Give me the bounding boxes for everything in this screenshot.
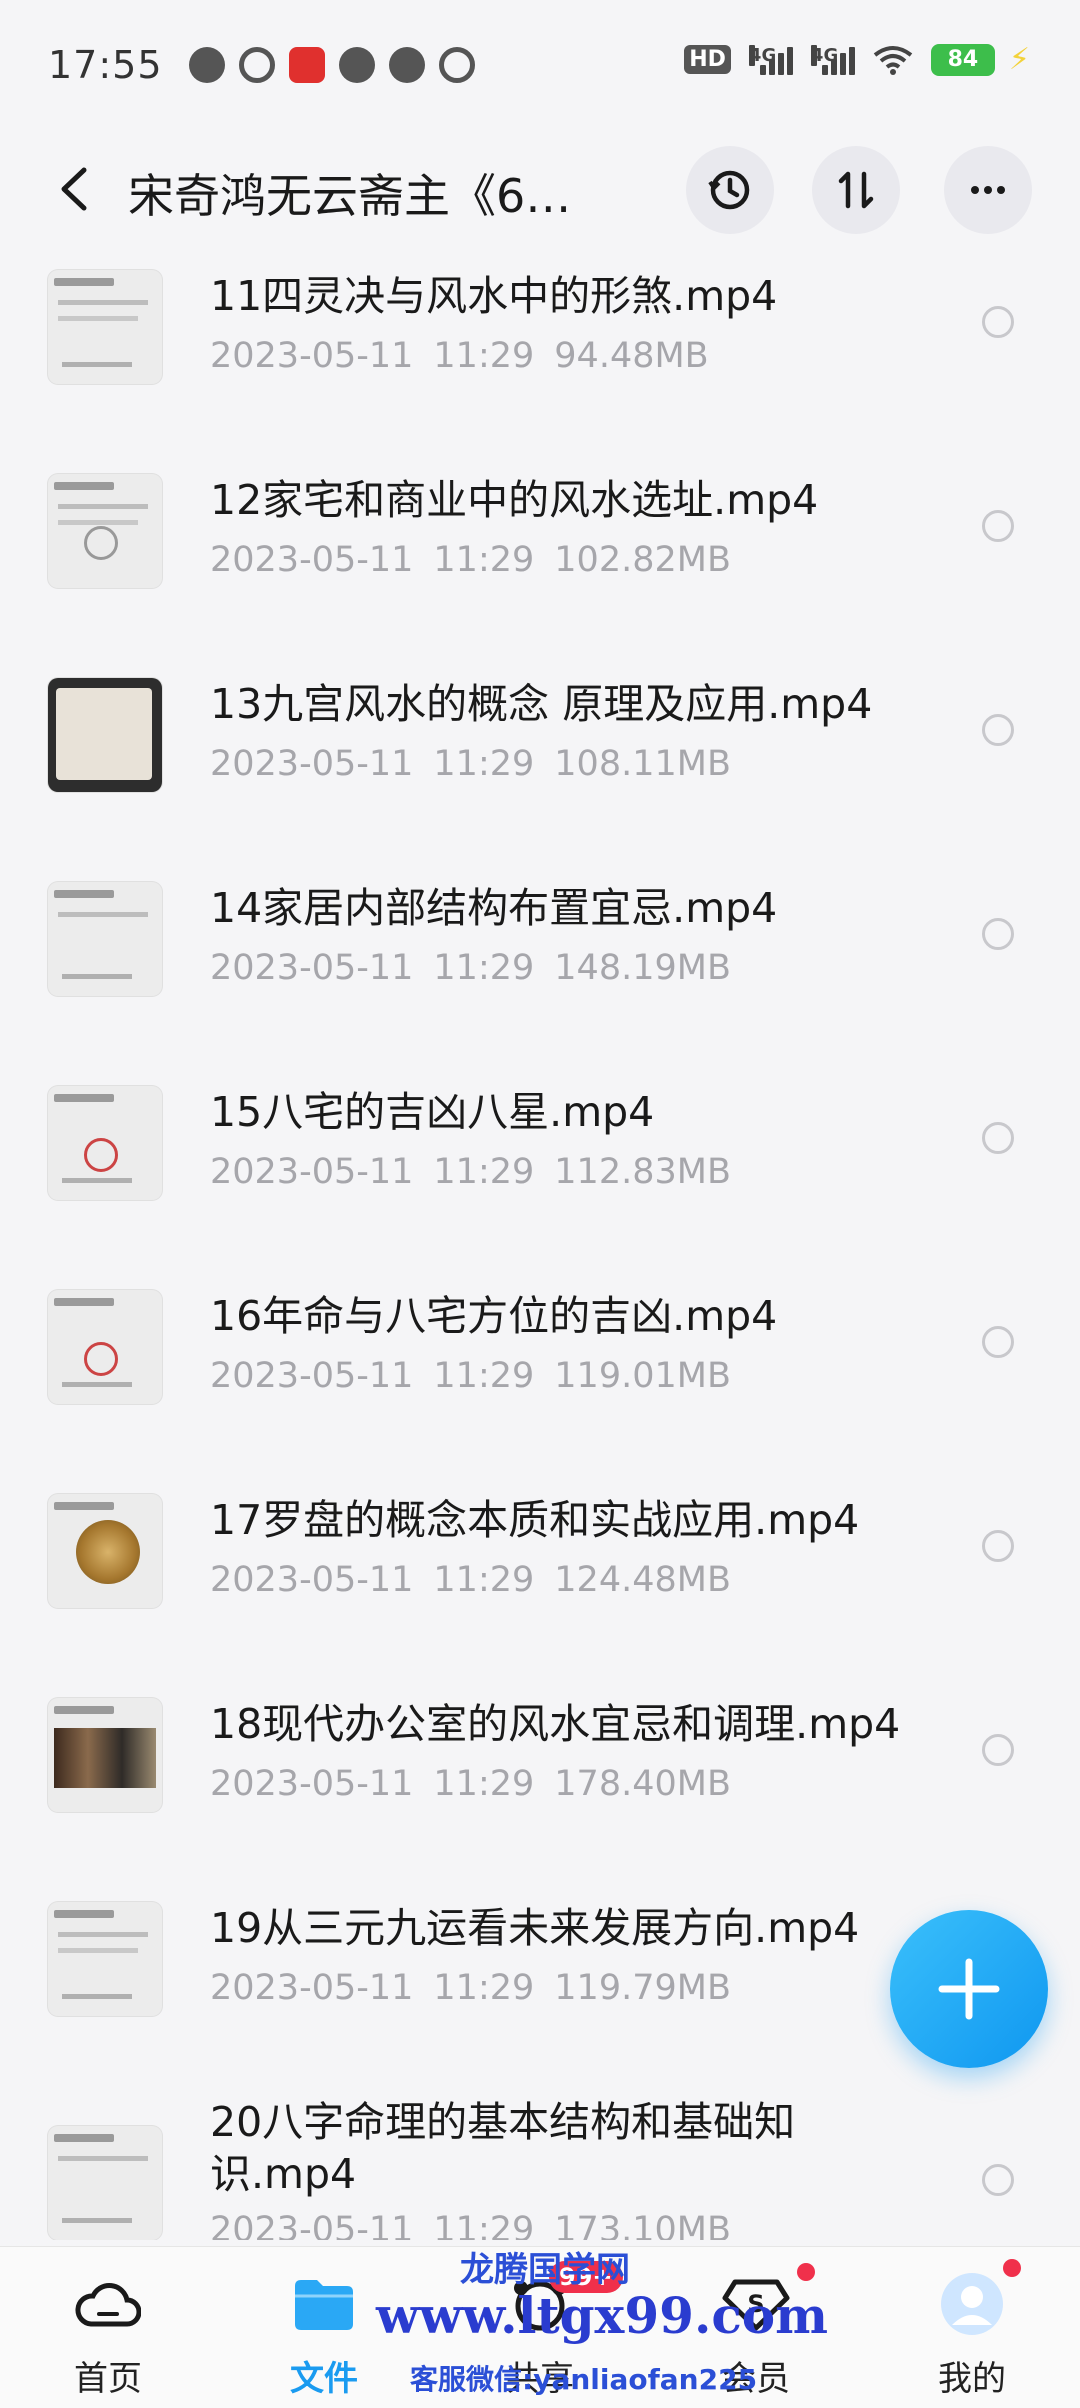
bottom-nav: 首页 文件 99+ 共享 S 会员 我的 — [0, 2246, 1080, 2408]
select-radio[interactable] — [982, 1734, 1014, 1766]
video-thumbnail — [48, 270, 162, 384]
file-row[interactable]: 16年命与八宅方位的吉凶.mp4 2023-05-11 11:29 119.01MB — [0, 1270, 1080, 1474]
add-button[interactable] — [890, 1910, 1048, 2068]
file-meta: 2023-05-11 11:29 119.01MB — [210, 1356, 731, 1396]
app-red-icon — [288, 47, 325, 83]
file-name: 11四灵决与风水中的形煞.mp4 — [210, 272, 778, 320]
wifi-icon — [873, 45, 913, 75]
file-meta: 2023-05-11 11:29 108.11MB — [210, 744, 731, 784]
video-thumbnail — [48, 1902, 162, 2016]
file-row[interactable]: 20八字命理的基本结构和基础知 识.mp4 2023-05-11 11:29 173… — [0, 2086, 1080, 2240]
file-row[interactable]: 12家宅和商业中的风水选址.mp4 2023-05-11 11:29 102.82M… — [0, 454, 1080, 658]
file-name: 16年命与八宅方位的吉凶.mp4 — [210, 1292, 778, 1340]
video-thumbnail — [48, 1698, 162, 1812]
page-title: 宋奇鸿无云斋主《6… — [128, 169, 572, 223]
file-meta: 2023-05-11 11:29 94.48MB — [210, 336, 709, 376]
status-bar: 17:55 HD 4G 4G 84 ⚡ — [0, 0, 1080, 130]
plus-icon — [938, 1958, 1000, 2020]
video-thumbnail — [48, 882, 162, 996]
file-row[interactable]: 17罗盘的概念本质和实战应用.mp4 2023-05-11 11:29 124.48… — [0, 1474, 1080, 1678]
file-row[interactable]: 13九宫风水的概念 原理及应用.mp4 2023-05-11 11:29 108.1… — [0, 658, 1080, 862]
file-meta: 2023-05-11 11:29 112.83MB — [210, 1152, 731, 1192]
mine-red-dot — [1003, 2259, 1021, 2277]
select-radio[interactable] — [982, 2164, 1014, 2196]
file-name: 12家宅和商业中的风水选址.mp4 — [210, 476, 819, 524]
select-radio[interactable] — [982, 306, 1014, 338]
nav-mine[interactable]: 我的 — [872, 2247, 1072, 2408]
select-radio[interactable] — [982, 1530, 1014, 1562]
file-row[interactable]: 15八宅的吉凶八星.mp4 2023-05-11 11:29 112.83MB — [0, 1066, 1080, 1270]
file-meta: 2023-05-11 11:29 148.19MB — [210, 948, 731, 988]
video-thumbnail — [48, 1086, 162, 1200]
file-meta: 2023-05-11 11:29 178.40MB — [210, 1764, 731, 1804]
nav-share-label: 共享 — [506, 2359, 574, 2399]
more-dots-icon — [971, 186, 1005, 194]
file-row[interactable]: 18现代办公室的风水宜忌和调理.mp4 2023-05-11 11:29 178.4… — [0, 1678, 1080, 1882]
nav-vip[interactable]: S 会员 — [656, 2247, 856, 2408]
select-radio[interactable] — [982, 1326, 1014, 1358]
cat-app-icon — [388, 47, 425, 83]
sort-icon — [838, 171, 874, 209]
chevron-left-icon — [61, 167, 87, 211]
file-meta: 2023-05-11 11:29 119.79MB — [210, 1968, 731, 2008]
history-button[interactable] — [686, 146, 774, 234]
file-meta: 2023-05-11 11:29 102.82MB — [210, 540, 731, 580]
file-name: 13九宫风水的概念 原理及应用.mp4 — [210, 680, 873, 728]
notification-icons — [188, 47, 475, 83]
svg-text:S: S — [747, 2290, 764, 2318]
avatar — [937, 2259, 1021, 2339]
nav-home-label: 首页 — [74, 2359, 142, 2399]
file-name-line1: 20八字命理的基本结构和基础知 — [210, 2098, 796, 2146]
folder-icon — [289, 2269, 359, 2339]
check-circle-icon — [438, 47, 475, 83]
select-radio[interactable] — [982, 1122, 1014, 1154]
history-icon — [708, 170, 750, 210]
file-name: 15八宅的吉凶八星.mp4 — [210, 1088, 655, 1136]
video-thumbnail — [48, 474, 162, 588]
file-name: 19从三元九运看未来发展方向.mp4 — [210, 1904, 860, 1952]
battery-icon: 84 — [930, 43, 995, 76]
file-meta: 2023-05-11 11:29 173.10MB — [210, 2210, 731, 2240]
header: 宋奇鸿无云斋主《6… — [0, 140, 1080, 240]
file-meta: 2023-05-11 11:29 124.48MB — [210, 1560, 731, 1600]
back-button[interactable] — [48, 164, 98, 214]
hd-icon: HD — [684, 45, 731, 74]
select-radio[interactable] — [982, 510, 1014, 542]
signal-icon-1: 4G — [748, 44, 793, 75]
more-button[interactable] — [944, 146, 1032, 234]
share-panda-icon: 99+ — [505, 2261, 623, 2339]
file-row[interactable]: 14家居内部结构布置宜忌.mp4 2023-05-11 11:29 148.19MB — [0, 862, 1080, 1066]
charging-icon: ⚡ — [1008, 42, 1030, 77]
message-icon — [338, 47, 375, 83]
signal-icon-2: 4G — [810, 44, 855, 75]
status-time: 17:55 — [48, 43, 163, 87]
select-radio[interactable] — [982, 714, 1014, 746]
file-name: 18现代办公室的风水宜忌和调理.mp4 — [210, 1700, 901, 1748]
file-name: 14家居内部结构布置宜忌.mp4 — [210, 884, 778, 932]
file-name: 17罗盘的概念本质和实战应用.mp4 — [210, 1496, 860, 1544]
app-notification-icon — [188, 47, 225, 83]
nav-files-label: 文件 — [290, 2359, 358, 2399]
link-icon — [238, 47, 275, 83]
nav-files[interactable]: 文件 — [224, 2247, 424, 2408]
vip-red-dot — [797, 2263, 815, 2281]
video-thumbnail — [48, 1494, 162, 1608]
video-thumbnail — [48, 678, 162, 792]
nav-home[interactable]: 首页 — [8, 2247, 208, 2408]
video-thumbnail — [48, 2126, 162, 2240]
nav-share[interactable]: 99+ 共享 — [440, 2247, 640, 2408]
file-row[interactable]: 11四灵决与风水中的形煞.mp4 2023-05-11 11:29 94.48MB — [0, 250, 1080, 454]
diamond-s-icon: S — [721, 2263, 815, 2339]
nav-mine-label: 我的 — [938, 2359, 1006, 2399]
nav-vip-label: 会员 — [722, 2359, 790, 2399]
system-icons: HD 4G 4G 84 ⚡ — [684, 42, 1030, 77]
sort-button[interactable] — [812, 146, 900, 234]
file-name-line2: 识.mp4 — [210, 2150, 357, 2198]
share-badge: 99+ — [549, 2261, 623, 2293]
cloud-home-icon — [73, 2269, 143, 2339]
video-thumbnail — [48, 1290, 162, 1404]
select-radio[interactable] — [982, 918, 1014, 950]
